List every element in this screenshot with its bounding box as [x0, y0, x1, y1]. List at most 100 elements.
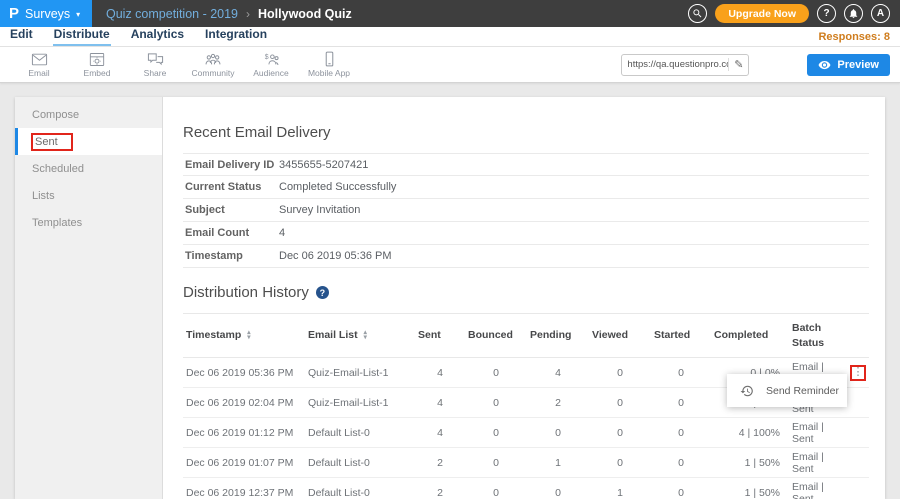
breadcrumb: Quiz competition - 2019 › Hollywood Quiz — [106, 7, 352, 21]
upgrade-now-button[interactable]: Upgrade Now — [715, 4, 809, 23]
send-reminder-icon — [740, 384, 754, 398]
cell-bounced: 0 — [465, 418, 527, 448]
tab-edit[interactable]: Edit — [9, 26, 34, 46]
column-label: Email List — [308, 329, 358, 341]
detail-value: 4 — [279, 227, 285, 239]
detail-row-current-status: Current Status Completed Successfully — [183, 176, 869, 199]
cell-bounced: 0 — [465, 478, 527, 499]
cell-sent: 4 — [415, 388, 465, 418]
bell-icon — [848, 8, 859, 19]
toolbar-item-email[interactable]: Email — [10, 52, 68, 78]
detail-value: Survey Invitation — [279, 204, 360, 216]
toolbar-item-embed[interactable]: Embed — [68, 52, 126, 78]
sidebar-item-lists[interactable]: Lists — [15, 182, 162, 209]
detail-row-email-count: Email Count 4 — [183, 222, 869, 245]
cell-started: 0 — [651, 358, 711, 388]
cell-batch-status: Email | Sent — [783, 448, 845, 478]
sidebar-item-label: Sent — [35, 136, 58, 148]
annotation-box-sent: Sent — [31, 133, 73, 151]
cell-actions: ⋮ — [845, 358, 869, 388]
notifications-button[interactable] — [844, 4, 863, 23]
share-icon — [147, 52, 164, 67]
surveys-product-switcher[interactable]: P Surveys ▾ — [0, 0, 92, 27]
edit-url-icon[interactable]: ✎ — [728, 58, 743, 71]
cell-actions — [845, 418, 869, 448]
detail-value: Completed Successfully — [279, 181, 396, 193]
cell-started: 0 — [651, 418, 711, 448]
search-icon — [692, 8, 703, 19]
cell-viewed: 1 — [589, 478, 651, 499]
cell-email-list: Quiz-Email-List-1 — [305, 388, 415, 418]
sidebar-item-templates[interactable]: Templates — [15, 209, 162, 236]
questionpro-app: P Surveys ▾ Quiz competition - 2019 › Ho… — [0, 0, 900, 499]
column-header-timestamp[interactable]: Timestamp▴▾ — [183, 314, 305, 358]
cell-started: 0 — [651, 478, 711, 499]
cell-bounced: 0 — [465, 448, 527, 478]
email-distribution-card: Compose Sent Scheduled Lists Templates R… — [15, 97, 885, 499]
column-header-actions — [845, 314, 869, 358]
table-header-row: Timestamp▴▾ Email List▴▾ Sent Bounced Pe… — [183, 314, 869, 358]
recent-email-delivery-title: Recent Email Delivery — [183, 124, 869, 141]
toolbar-item-audience[interactable]: $ Audience — [242, 52, 300, 78]
cell-pending: 0 — [527, 478, 589, 499]
cell-started: 0 — [651, 388, 711, 418]
sort-icon[interactable]: ▴▾ — [247, 331, 250, 340]
cell-email-list: Default List-0 — [305, 478, 415, 499]
send-reminder-menu-item[interactable]: Send Reminder — [766, 385, 839, 397]
survey-url-field: ✎ — [621, 54, 749, 76]
audience-icon: $ — [262, 52, 280, 67]
responses-count-link[interactable]: Responses: 8 — [818, 31, 890, 46]
distribution-history-title: Distribution History ? — [183, 284, 869, 301]
toolbar-item-label: Mobile App — [308, 68, 350, 78]
questionpro-logo-icon: P — [9, 5, 19, 22]
column-header-bounced: Bounced — [465, 314, 527, 358]
account-avatar-button[interactable]: A — [871, 4, 890, 23]
email-sidebar: Compose Sent Scheduled Lists Templates — [15, 97, 163, 499]
search-button[interactable] — [688, 4, 707, 23]
detail-row-email-delivery-id: Email Delivery ID 3455655-5207421 — [183, 153, 869, 176]
breadcrumb-survey-name: Hollywood Quiz — [258, 7, 352, 21]
column-header-started: Started — [651, 314, 711, 358]
cell-pending: 2 — [527, 388, 589, 418]
tab-integration[interactable]: Integration — [204, 26, 268, 46]
detail-label: Email Delivery ID — [183, 159, 279, 171]
tab-distribute[interactable]: Distribute — [53, 26, 111, 46]
detail-label: Email Count — [183, 227, 279, 239]
sidebar-item-sent[interactable]: Sent — [15, 128, 162, 155]
toolbar-item-community[interactable]: Community — [184, 52, 242, 78]
preview-button[interactable]: Preview — [807, 54, 890, 76]
header-actions: Upgrade Now ? A — [688, 4, 900, 23]
cell-timestamp: Dec 06 2019 12:37 PM — [183, 478, 305, 499]
cell-email-list: Default List-0 — [305, 448, 415, 478]
column-header-viewed: Viewed — [589, 314, 651, 358]
help-circle-icon[interactable]: ? — [316, 286, 329, 299]
tab-analytics[interactable]: Analytics — [130, 26, 185, 46]
cell-bounced: 0 — [465, 358, 527, 388]
top-header: P Surveys ▾ Quiz competition - 2019 › Ho… — [0, 0, 900, 27]
table-row: Dec 06 2019 01:07 PM Default List-0 2 0 … — [183, 448, 869, 478]
cell-completed: 1 | 50% — [711, 478, 783, 499]
cell-viewed: 0 — [589, 358, 651, 388]
column-header-email-list[interactable]: Email List ▴▾ — [305, 314, 415, 358]
sidebar-item-compose[interactable]: Compose — [15, 101, 162, 128]
community-icon — [204, 52, 222, 67]
toolbar-item-label: Share — [144, 68, 167, 78]
toolbar-item-label: Community — [192, 68, 235, 78]
detail-value: Dec 06 2019 05:36 PM — [279, 250, 392, 262]
recent-delivery-details: Email Delivery ID 3455655-5207421 Curren… — [183, 153, 869, 268]
survey-url-input[interactable] — [627, 59, 728, 70]
sidebar-item-scheduled[interactable]: Scheduled — [15, 155, 162, 182]
toolbar-item-share[interactable]: Share — [126, 52, 184, 78]
product-switcher-label: Surveys — [25, 7, 70, 21]
row-menu-dots-icon[interactable]: ⋮ — [853, 367, 864, 378]
help-button[interactable]: ? — [817, 4, 836, 23]
sent-content: Recent Email Delivery Email Delivery ID … — [163, 97, 885, 499]
breadcrumb-folder-link[interactable]: Quiz competition - 2019 — [106, 7, 238, 21]
breadcrumb-separator-icon: › — [246, 7, 250, 21]
annotation-box-row-menu: ⋮ — [850, 365, 866, 381]
survey-nav-tabs: Edit Distribute Analytics Integration Re… — [0, 27, 900, 47]
sort-icon[interactable]: ▴▾ — [364, 331, 367, 340]
avatar-initial: A — [877, 8, 884, 19]
question-mark-icon: ? — [823, 8, 829, 19]
toolbar-item-mobile-app[interactable]: Mobile App — [300, 51, 358, 78]
